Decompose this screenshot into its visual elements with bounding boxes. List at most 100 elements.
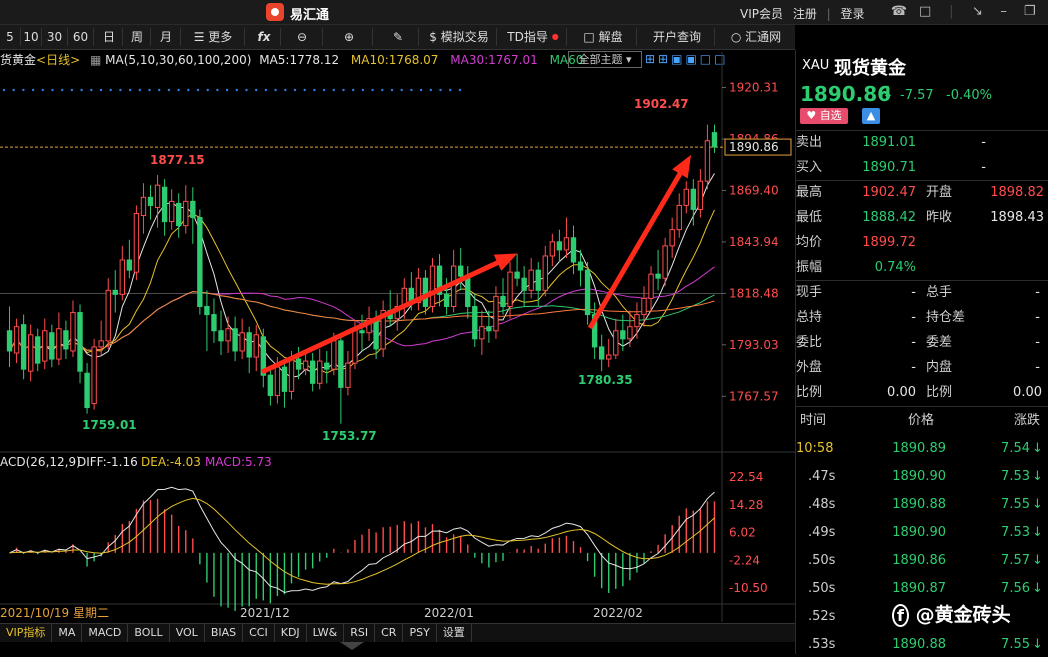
candle-body [676,204,682,231]
marker-dot [419,88,423,92]
open-value: 1898.82 [990,185,1044,200]
candle-body [598,346,605,360]
candle-body [154,184,161,208]
out-label: 外盘 [796,360,823,375]
indicator-tab-0[interactable]: VIP指标 [0,624,53,642]
sell-label: 卖出 [796,135,823,150]
indicator-tab-3[interactable]: BOLL [128,624,170,642]
candle-body [253,334,259,358]
marker-dot [128,88,132,92]
candle-body [20,324,27,370]
candle-body [295,358,302,370]
favorite-button[interactable]: ♥ 自选 [800,108,848,124]
buy-volume: - [981,160,986,175]
price-annotation: 1759.01 [82,418,137,432]
favorite-label: 自选 [819,109,842,122]
indicator-tab-8[interactable]: LW& [307,624,345,642]
candle-body [274,366,281,396]
tick-row: .50s 1890.86 7.57 ↓ [796,548,1048,573]
candle-body [98,340,104,348]
candle-body [465,275,471,307]
indicator-tab-11[interactable]: PSY [403,624,437,642]
tick-time: .52s [808,609,836,624]
hold-row: 总持 - 持仓差 - [796,305,1048,330]
indicator-tab-6[interactable]: CCI [243,624,275,642]
y-tick-label: 1793.03 [729,338,779,352]
candle-body [514,271,520,279]
indicator-tab-2[interactable]: MACD [82,624,129,642]
candle-body [521,277,527,291]
candle-body [479,326,485,340]
marker-dot [235,88,238,92]
candle-body [620,330,626,340]
bell-icon[interactable]: ▲ [862,108,880,124]
marker-dot [429,88,432,92]
candle-body [500,295,506,307]
restore-icon[interactable]: ❐ [1019,4,1041,19]
candle-body [6,330,13,352]
marker-dot [2,88,6,92]
candle-body [472,305,478,340]
tick-change: 7.56 [1001,581,1030,596]
low-prev-row: 最低 1888.42 昨收 1898.43 [796,205,1048,230]
high-open-row: 最高 1902.47 开盘 1898.82 [796,180,1048,205]
candle-body [105,289,111,342]
candle-body [704,140,711,182]
buy-row: 买入 1890.71 - [796,155,1048,180]
indicator-tab-7[interactable]: KDJ [275,624,307,642]
candle-body [281,366,288,392]
marker-dot [51,88,54,92]
y-tick-label: 1869.40 [729,183,779,197]
sell-row: 卖出 1891.01 - [796,130,1048,155]
candle-body [309,360,316,384]
indicator-tab-1[interactable]: MA [52,624,83,642]
now-hand-label: 现手 [796,285,823,300]
indicator-tabs: VIP指标 MA MACD BOLL VOL BIAS CCI KDJ LW& RSI CR PSY 设… [0,623,795,642]
shrink-icon[interactable]: ↘ [966,4,988,19]
macd-y-tick-label: 6.02 [729,526,756,540]
marker-dot [245,88,248,92]
candle-body [190,200,196,219]
candle-body [711,132,718,148]
headset-icon[interactable]: ☎ [888,4,910,19]
macd-y-tick-label: -2.24 [729,553,760,567]
avg-value: 1899.72 [862,235,916,250]
marker-dot [458,88,462,92]
candle-body [338,340,344,388]
candle-body [147,196,154,206]
weibi-value: - [911,335,916,350]
register-link[interactable]: 注册 [793,7,817,21]
indicator-tab-10[interactable]: CR [375,624,404,642]
x-axis-label: 2022/01 [424,606,474,620]
price-chart[interactable]: 1920.311894.861869.401843.941818.481793.… [0,0,795,654]
avg-label: 均价 [796,235,823,250]
login-link[interactable]: 登录 [841,7,865,21]
marker-dot [177,88,180,92]
tick-time: .53s [808,637,836,652]
marker-dot [206,88,209,92]
marker-dot [322,88,326,92]
indicator-tab-4[interactable]: VOL [170,624,205,642]
tick-change: 7.55 [1001,637,1030,652]
marker-dot [31,88,35,92]
low-value: 1888.42 [862,210,916,225]
indicator-tab-5[interactable]: BIAS [205,624,244,642]
quote-panel: XAU 现货黄金 1890.86 ⬇ -7.57 -0.40% ♥ 自选 ▲ 卖… [795,50,1048,654]
tick-price: 1890.90 [892,469,946,484]
marker-dot [371,88,374,92]
collapse-icon[interactable] [340,642,364,650]
tick-time: .50s [808,553,836,568]
candle-body [112,289,118,295]
avg-row: 均价 1899.72 [796,230,1048,255]
marker-dot [332,88,335,92]
tick-time: .49s [808,525,836,540]
minimize-icon[interactable]: – [993,4,1015,19]
marker-dot [61,88,64,92]
shirt-icon[interactable]: □ [914,4,936,19]
indicator-tab-9[interactable]: RSI [344,624,376,642]
tick-time: .47s [808,469,836,484]
candle-body [161,186,168,223]
indicator-tab-12[interactable]: 设置 [437,624,472,642]
candle-body [197,217,203,307]
candle-body [690,188,697,210]
